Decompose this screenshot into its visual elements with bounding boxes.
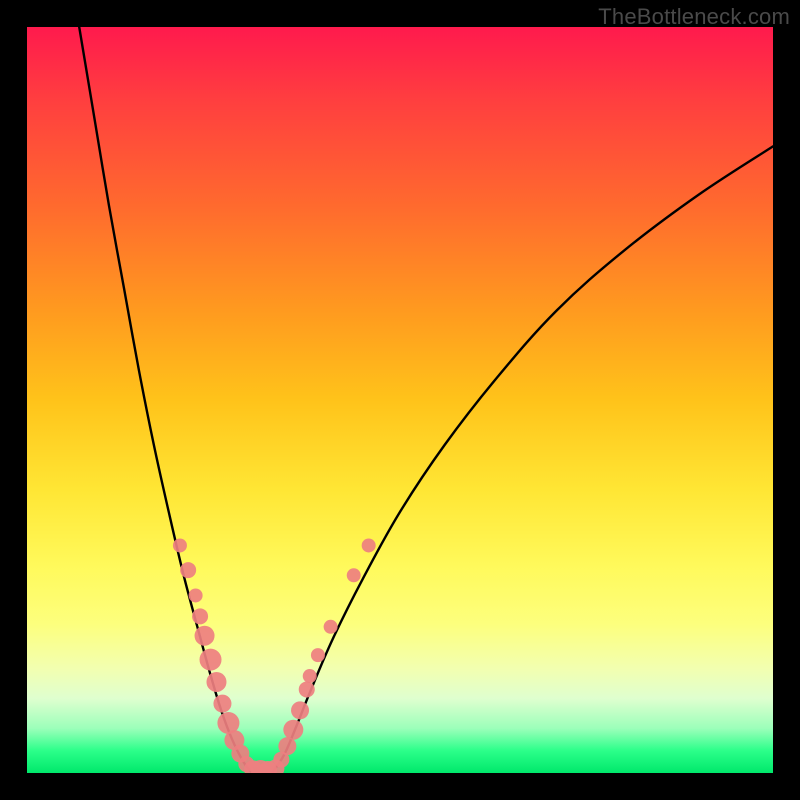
data-point — [324, 620, 338, 634]
data-point — [189, 588, 203, 602]
data-point — [206, 672, 226, 692]
data-point — [213, 695, 231, 713]
data-point — [192, 608, 208, 624]
scatter-layer — [173, 538, 376, 773]
data-point — [311, 648, 325, 662]
data-point — [180, 562, 196, 578]
curve-left-curve — [79, 27, 251, 772]
plot-area — [27, 27, 773, 773]
chart-svg — [27, 27, 773, 773]
data-point — [299, 681, 315, 697]
data-point — [173, 538, 187, 552]
curve-layer — [79, 27, 773, 772]
chart-frame: TheBottleneck.com — [0, 0, 800, 800]
data-point — [291, 701, 309, 719]
curve-right-curve — [273, 146, 773, 771]
data-point — [200, 649, 222, 671]
data-point — [362, 538, 376, 552]
data-point — [283, 720, 303, 740]
data-point — [303, 669, 317, 683]
data-point — [347, 568, 361, 582]
data-point — [278, 737, 296, 755]
watermark-text: TheBottleneck.com — [598, 4, 790, 30]
data-point — [195, 626, 215, 646]
